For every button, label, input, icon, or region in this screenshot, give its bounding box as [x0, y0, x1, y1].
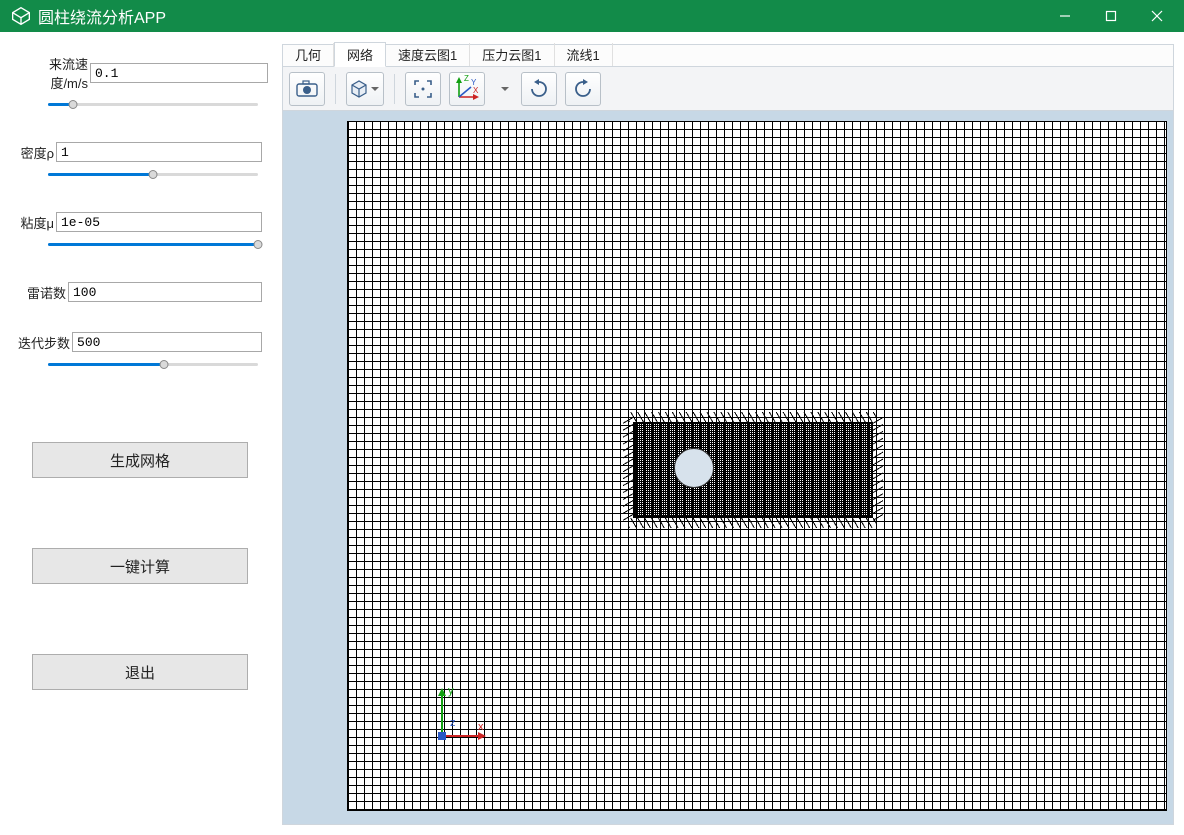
param-density: 密度ρ: [18, 142, 262, 182]
velocity-slider[interactable]: [48, 96, 258, 112]
cube-icon: [347, 77, 371, 101]
rotate-cw-button[interactable]: [521, 72, 557, 106]
reynolds-label: 雷诺数: [18, 283, 66, 302]
generate-mesh-button[interactable]: 生成网格: [32, 442, 248, 478]
density-input[interactable]: [56, 142, 262, 162]
viscosity-input[interactable]: [56, 212, 262, 232]
tab-bar: 几何 网络 速度云图1 压力云图1 流线1: [283, 45, 1173, 67]
axis-gizmo: Z X Y: [449, 72, 485, 106]
param-velocity: 来流速度/m/s: [18, 54, 262, 112]
tab-streamline[interactable]: 流线1: [555, 43, 613, 66]
tab-mesh[interactable]: 网络: [334, 42, 386, 67]
svg-text:y: y: [448, 685, 454, 697]
param-iterations: 迭代步数: [18, 332, 262, 372]
camera-icon: [295, 79, 319, 99]
title-bar: 圆柱绕流分析APP: [0, 0, 1184, 32]
param-reynolds: 雷诺数: [18, 282, 262, 302]
rotate-ccw-icon: [572, 78, 594, 100]
rotate-ccw-button[interactable]: [565, 72, 601, 106]
cylinder-body: [674, 448, 714, 488]
maximize-button[interactable]: [1088, 0, 1134, 32]
param-viscosity: 粘度μ: [18, 212, 262, 252]
app-icon: [10, 5, 32, 27]
mesh-viewport[interactable]: y x z: [283, 111, 1173, 824]
reynolds-input[interactable]: [68, 282, 262, 302]
density-label: 密度ρ: [18, 143, 54, 162]
window-title: 圆柱绕流分析APP: [38, 4, 166, 28]
exit-button[interactable]: 退出: [32, 654, 248, 690]
main-area: 几何 网络 速度云图1 压力云图1 流线1: [282, 44, 1174, 825]
rotate-cw-icon: [528, 78, 550, 100]
viewport-toolbar: Z X Y: [283, 67, 1173, 111]
density-slider[interactable]: [48, 166, 258, 182]
svg-text:X: X: [473, 86, 479, 95]
close-button[interactable]: [1134, 0, 1180, 32]
svg-text:z: z: [450, 717, 456, 729]
orientation-gizmo: y x z: [428, 684, 508, 748]
fine-mesh-region: [633, 422, 873, 518]
sidebar: 来流速度/m/s 密度ρ 粘度μ: [10, 44, 270, 825]
view-cube-button[interactable]: [346, 72, 384, 106]
compute-button[interactable]: 一键计算: [32, 548, 248, 584]
app-body: 来流速度/m/s 密度ρ 粘度μ: [0, 32, 1184, 835]
viscosity-slider[interactable]: [48, 236, 258, 252]
iterations-label: 迭代步数: [18, 333, 70, 352]
mesh-canvas: y x z: [347, 121, 1167, 811]
svg-text:Y: Y: [471, 78, 477, 87]
velocity-label: 来流速度/m/s: [18, 54, 88, 92]
snapshot-button[interactable]: [289, 72, 325, 106]
fit-icon: [412, 78, 434, 100]
viscosity-label: 粘度μ: [18, 213, 54, 232]
minimize-button[interactable]: [1042, 0, 1088, 32]
tab-velocity[interactable]: 速度云图1: [386, 43, 470, 66]
axis-dropdown[interactable]: [493, 72, 513, 106]
fit-view-button[interactable]: [405, 72, 441, 106]
velocity-input[interactable]: [90, 63, 268, 83]
svg-text:Z: Z: [464, 75, 469, 83]
iterations-slider[interactable]: [48, 356, 258, 372]
tab-pressure[interactable]: 压力云图1: [470, 43, 554, 66]
svg-text:x: x: [478, 721, 484, 733]
iterations-input[interactable]: [72, 332, 262, 352]
tab-geometry[interactable]: 几何: [283, 43, 334, 66]
